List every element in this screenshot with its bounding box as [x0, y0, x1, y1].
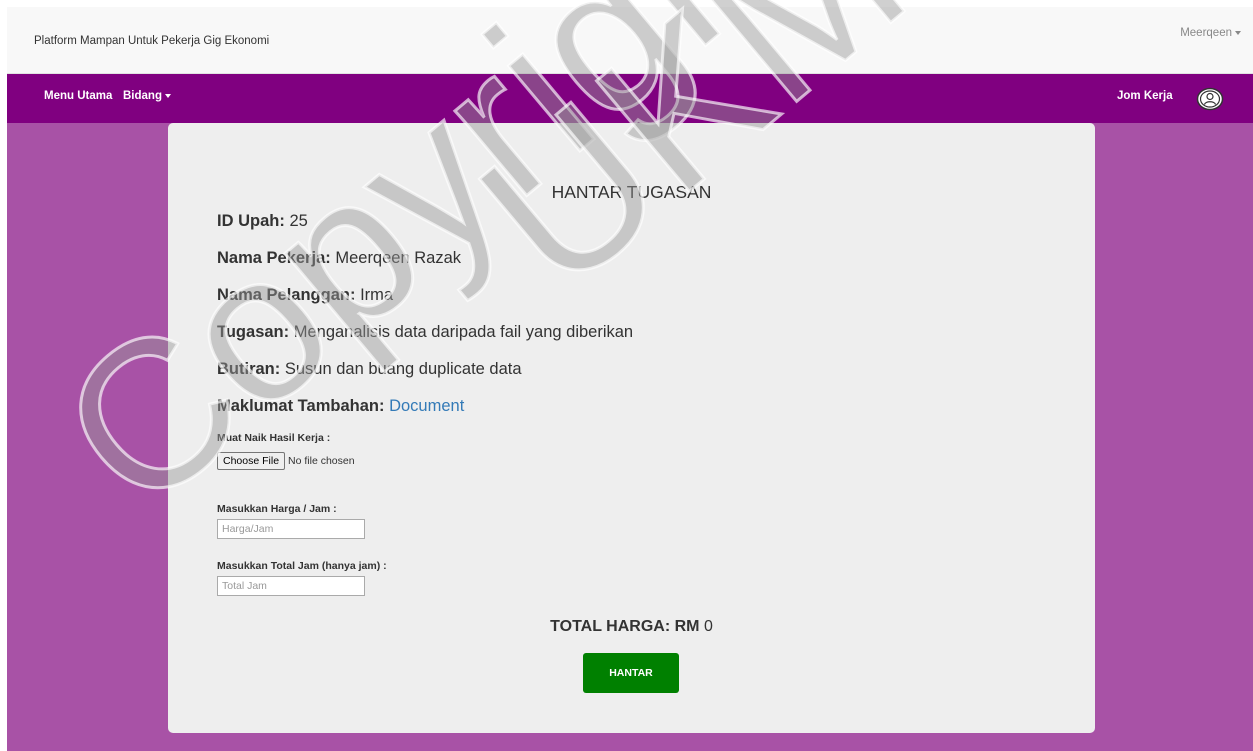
nama-pelanggan-value: Irma: [360, 286, 394, 304]
file-status: No file chosen: [288, 455, 355, 467]
maklumat-label: Maklumat Tambahan:: [217, 397, 385, 415]
top-header: Platform Mampan Untuk Pekerja Gig Ekonom…: [7, 7, 1253, 74]
total-harga: TOTAL HARGA: RM 0: [168, 618, 1095, 636]
id-upah-row: ID Upah: 25: [217, 212, 308, 231]
harga-per-jam-input[interactable]: [217, 519, 365, 539]
hantar-button[interactable]: HANTAR: [583, 653, 679, 693]
page-title: HANTAR TUGASAN: [551, 182, 712, 202]
total-harga-label: TOTAL HARGA: RM: [550, 618, 700, 635]
nav-bidang-dropdown[interactable]: Bidang: [123, 90, 171, 102]
total-jam-input[interactable]: [217, 576, 365, 596]
caret-down-icon: [164, 93, 171, 98]
main-navbar: Menu Utama Bidang Jom Kerja: [7, 74, 1253, 123]
page-frame: Platform Mampan Untuk Pekerja Gig Ekonom…: [7, 7, 1253, 751]
file-upload-control: Choose File No file chosen: [217, 452, 355, 470]
nama-pelanggan-label: Nama Pelanggan:: [217, 286, 356, 304]
nama-pekerja-value: Meerqeen Razak: [335, 249, 461, 267]
upload-label: Muat Naik Hasil Kerja :: [217, 432, 331, 444]
submission-card: HANTAR TUGASAN ID Upah: 25 Nama Pekerja:…: [168, 123, 1095, 733]
butiran-row: Butiran: Susun dan buang duplicate data: [217, 360, 522, 379]
document-link[interactable]: Document: [389, 397, 464, 415]
butiran-label: Butiran:: [217, 360, 281, 378]
nav-bidang-label: Bidang: [123, 90, 162, 102]
nav-jom-kerja[interactable]: Jom Kerja: [1117, 90, 1173, 102]
user-name: Meerqeen: [1180, 27, 1232, 39]
total-jam-label: Masukkan Total Jam (hanya jam) :: [217, 560, 387, 572]
site-brand[interactable]: Platform Mampan Untuk Pekerja Gig Ekonom…: [34, 35, 269, 47]
tugasan-row: Tugasan: Menganalisis data daripada fail…: [217, 323, 633, 342]
maklumat-row: Maklumat Tambahan: Document: [217, 397, 464, 416]
choose-file-button[interactable]: Choose File: [217, 452, 286, 470]
harga-label: Masukkan Harga / Jam :: [217, 503, 337, 515]
tugasan-label: Tugasan:: [217, 323, 290, 341]
total-harga-value: 0: [703, 618, 713, 635]
butiran-value: Susun dan buang duplicate data: [284, 360, 522, 378]
nama-pelanggan-row: Nama Pelanggan: Irma: [217, 286, 393, 305]
caret-down-icon: [1235, 30, 1241, 35]
id-upah-label: ID Upah:: [217, 212, 285, 230]
user-circle-icon[interactable]: [1196, 87, 1224, 111]
nav-menu-utama[interactable]: Menu Utama: [44, 90, 112, 102]
user-dropdown[interactable]: Meerqeen: [1180, 27, 1241, 39]
nama-pekerja-label: Nama Pekerja:: [217, 249, 331, 267]
id-upah-value: 25: [289, 212, 308, 230]
tugasan-value: Menganalisis data daripada fail yang dib…: [293, 323, 634, 341]
nama-pekerja-row: Nama Pekerja: Meerqeen Razak: [217, 249, 461, 268]
